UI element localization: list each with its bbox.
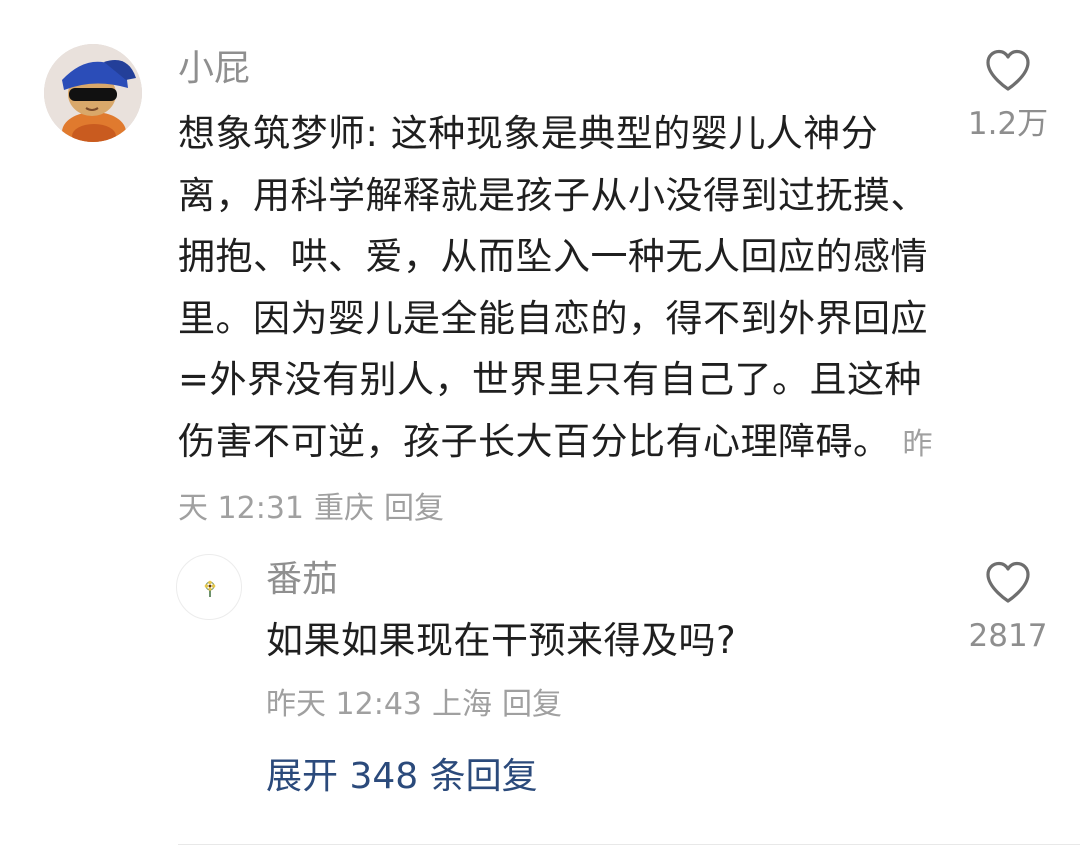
reply-time: 昨天 12:43 xyxy=(266,687,422,722)
reply-text: 如果如果现在干预来得及吗? xyxy=(266,619,737,662)
comment-location: 重庆 xyxy=(314,491,374,526)
expand-replies-link[interactable]: 展开 348 条回复 xyxy=(266,750,538,804)
comment-username[interactable]: 小屁 xyxy=(178,44,250,94)
flower-avatar-image xyxy=(204,580,216,597)
avatar-cat-image xyxy=(44,44,142,142)
reply-reply-button[interactable]: 回复 xyxy=(502,687,562,722)
reply-username[interactable]: 番茄 xyxy=(266,555,338,605)
like-count: 1.2万 xyxy=(967,106,1049,142)
user-avatar[interactable] xyxy=(44,44,142,142)
comment-text: 想象筑梦师: 这种现象是典型的婴儿人神分离，用科学解释就是孩子从小没得到过抚摸、… xyxy=(178,112,928,463)
like-button[interactable]: 1.2万 xyxy=(948,48,1068,144)
divider xyxy=(178,844,1080,845)
reply-button[interactable]: 回复 xyxy=(384,491,444,526)
reply-location: 上海 xyxy=(432,687,492,722)
reply-user-avatar[interactable] xyxy=(176,554,242,620)
heart-outline-icon xyxy=(986,49,1030,91)
comment-body: 想象筑梦师: 这种现象是典型的婴儿人神分离，用科学解释就是孩子从小没得到过抚摸、… xyxy=(178,103,938,540)
reply-meta: 昨天 12:43 上海 回复 xyxy=(266,680,572,730)
heart-outline-icon xyxy=(986,561,1030,603)
reply-like-count: 2817 xyxy=(968,618,1048,654)
reply-like-button[interactable]: 2817 xyxy=(948,560,1068,656)
